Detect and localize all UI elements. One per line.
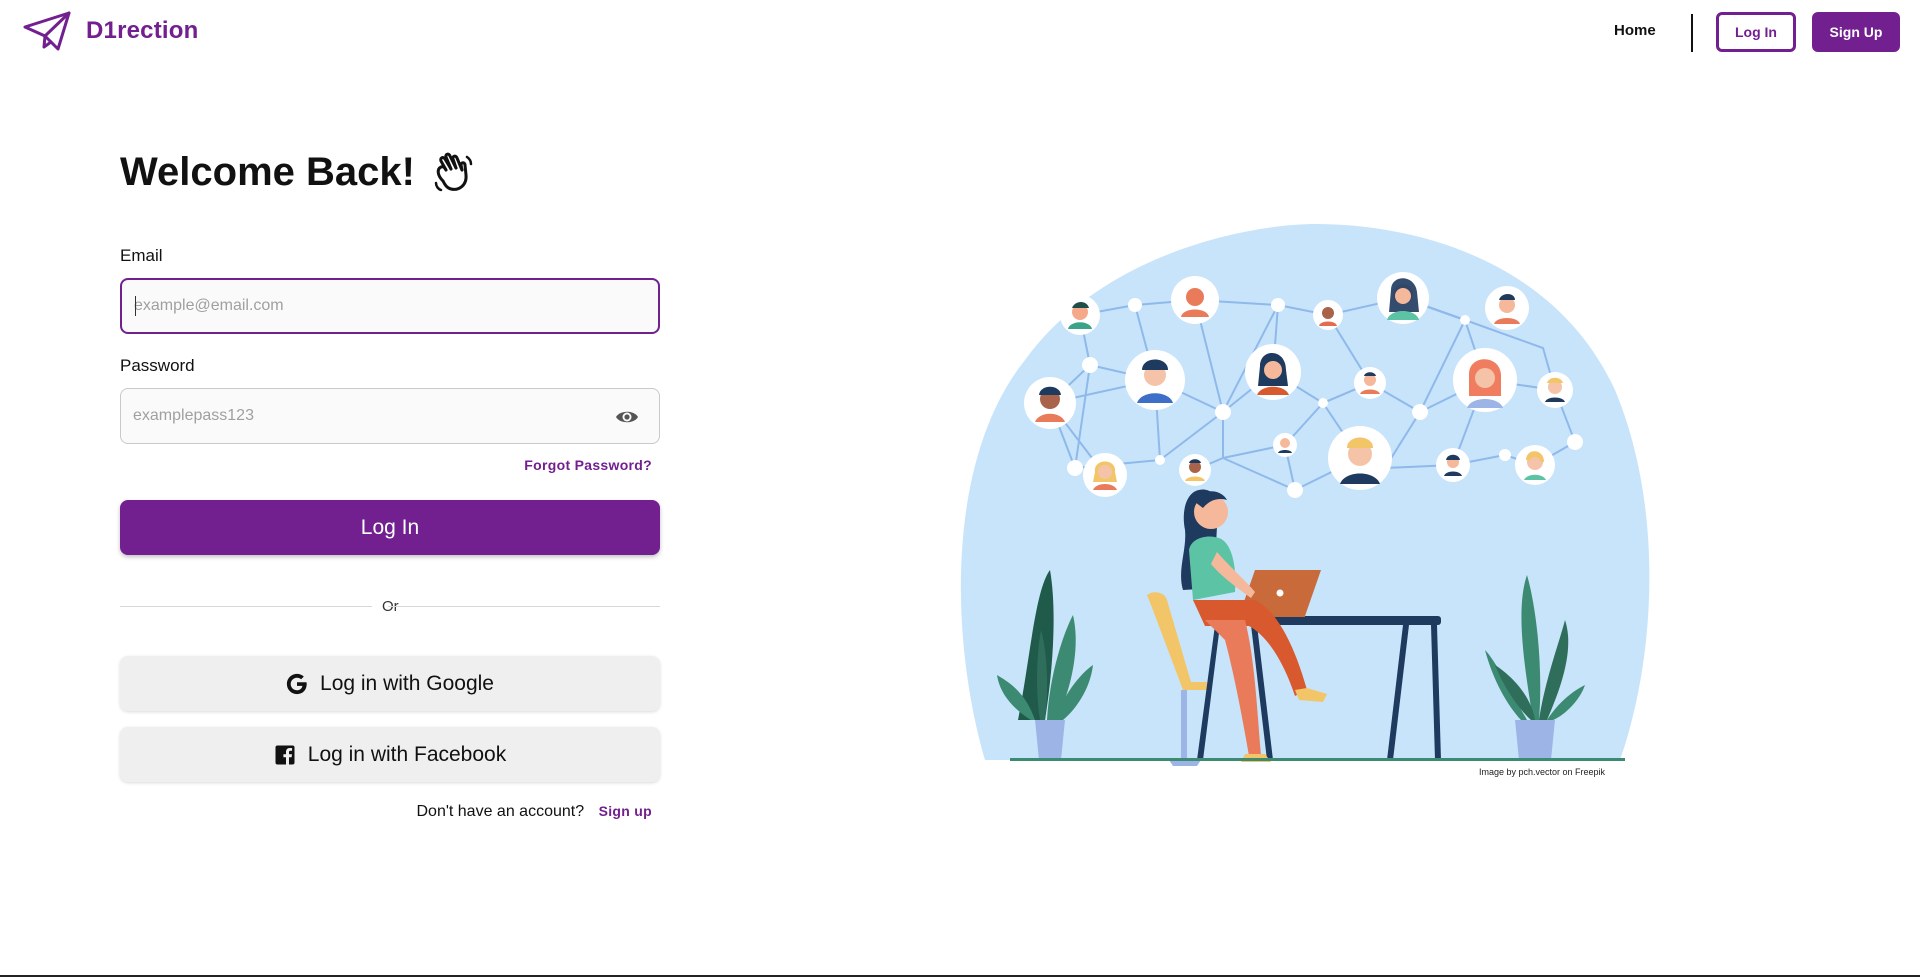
facebook-icon [274, 744, 296, 766]
google-button-label: Log in with Google [320, 671, 494, 695]
email-field[interactable] [122, 280, 658, 332]
navbar: D1rection Home Log In Sign Up [0, 0, 1920, 66]
nav-divider [1691, 14, 1693, 52]
paper-plane-icon [22, 10, 72, 52]
brand-name: D1rection [86, 17, 199, 44]
password-label: Password [120, 356, 195, 375]
no-account-text: Don't have an account? [416, 803, 585, 820]
page-title: Welcome Back! [120, 150, 415, 194]
welcome-heading: Welcome Back! [120, 150, 475, 195]
password-field-container [120, 388, 660, 444]
image-credit: Image by pch.vector on Freepik [1479, 767, 1606, 777]
or-divider: Or [120, 596, 660, 618]
facebook-button-label: Log in with Facebook [307, 742, 507, 766]
nav-login-button[interactable]: Log In [1716, 12, 1796, 52]
signup-prompt: Don't have an account? Sign up [416, 803, 652, 821]
nav-signup-button[interactable]: Sign Up [1812, 12, 1900, 52]
google-icon [286, 673, 308, 695]
text-caret [135, 296, 136, 316]
email-field-container [120, 278, 660, 334]
facebook-login-button[interactable]: Log in with Facebook [120, 727, 660, 782]
nav-home-link[interactable]: Home [1614, 22, 1656, 39]
google-login-button[interactable]: Log in with Google [120, 656, 660, 711]
login-button[interactable]: Log In [120, 500, 660, 555]
divider-line-right [388, 606, 660, 607]
password-field[interactable] [121, 389, 659, 443]
email-label: Email [120, 246, 163, 265]
brand-link[interactable]: D1rection [22, 10, 199, 52]
signup-link[interactable]: Sign up [599, 803, 652, 819]
forgot-password-link[interactable]: Forgot Password? [524, 457, 652, 473]
waving-hand-icon [431, 151, 475, 195]
eye-icon[interactable] [615, 406, 639, 428]
network-illustration [955, 220, 1655, 780]
divider-line-left [120, 606, 372, 607]
